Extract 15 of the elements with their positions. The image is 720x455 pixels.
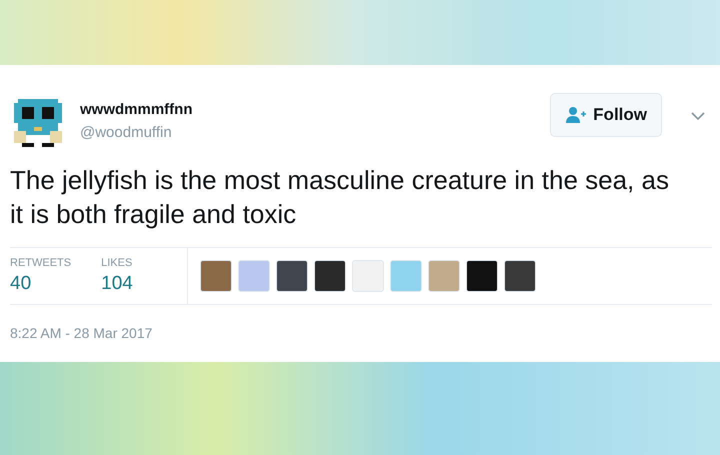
- display-name[interactable]: wwwdmmmffnn: [80, 101, 192, 118]
- add-user-icon: [565, 106, 588, 124]
- liker-avatar[interactable]: [466, 260, 498, 292]
- stat-label: LIKES: [101, 257, 133, 269]
- tweet-timestamp[interactable]: 8:22 AM - 28 Mar 2017: [10, 325, 712, 341]
- stat-count[interactable]: 104: [101, 273, 133, 295]
- user-handle[interactable]: @woodmuffin: [80, 124, 192, 141]
- chevron-down-icon[interactable]: [690, 111, 706, 121]
- liker-avatar[interactable]: [314, 260, 346, 292]
- stat-label: RETWEETS: [10, 257, 72, 269]
- follow-button[interactable]: Follow: [550, 93, 662, 137]
- stat-count[interactable]: 40: [10, 273, 72, 295]
- liker-avatar[interactable]: [504, 260, 536, 292]
- liker-avatar[interactable]: [276, 260, 308, 292]
- tweet-text: The jellyfish is the most masculine creature in the sea, as it is both fragile and toxic: [10, 164, 670, 231]
